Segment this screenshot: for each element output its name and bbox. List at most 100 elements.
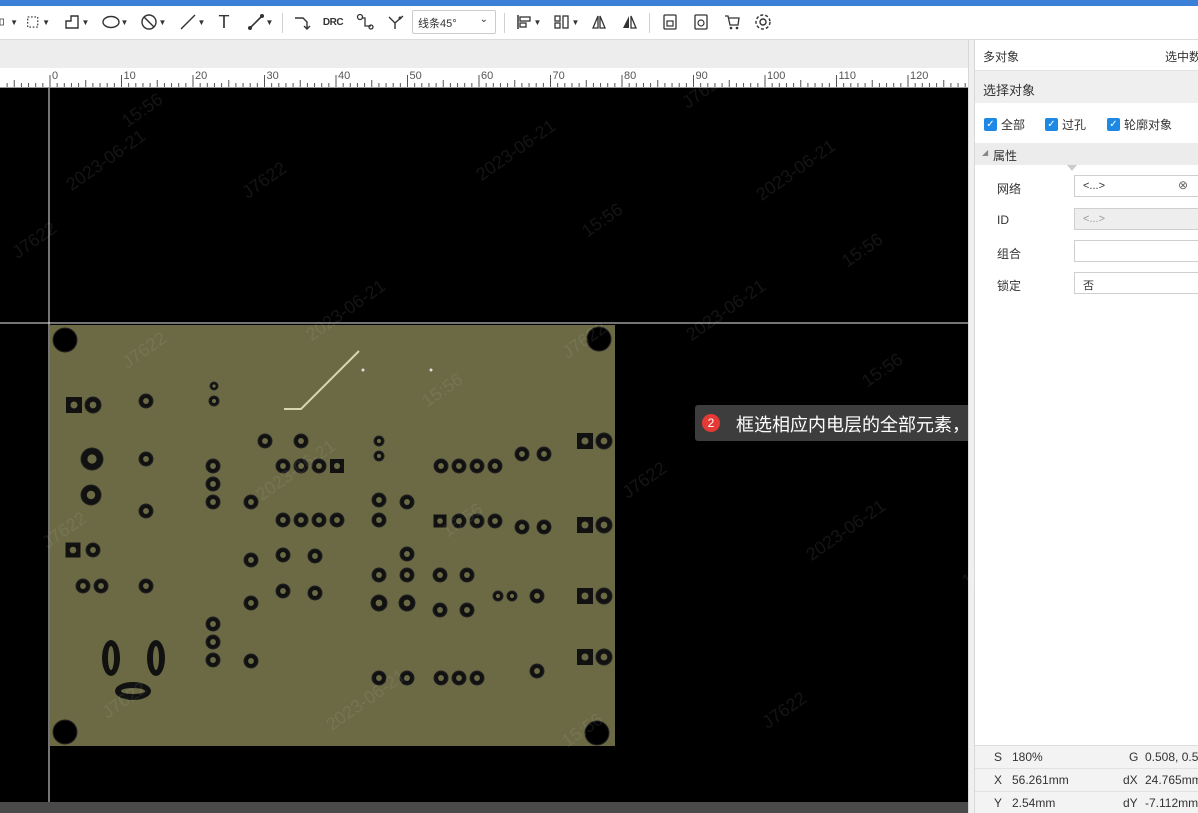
pad[interactable] bbox=[52, 719, 78, 745]
ruler-label: 90 bbox=[696, 70, 708, 82]
flip-horizontal-icon[interactable] bbox=[588, 10, 610, 34]
prop-label-id: ID bbox=[997, 213, 1009, 227]
length-tune-icon[interactable] bbox=[384, 10, 408, 34]
pad-hole bbox=[80, 583, 86, 589]
pad-hole bbox=[376, 572, 382, 578]
pad-hole bbox=[280, 552, 286, 558]
collapse-triangle-icon: ◢ bbox=[982, 148, 989, 157]
pad[interactable] bbox=[52, 327, 78, 353]
line-icon[interactable]: ▼ bbox=[177, 10, 207, 34]
panel-header: 多对象 选中数 bbox=[975, 40, 1198, 71]
bom-icon[interactable] bbox=[721, 10, 743, 34]
pad-hole bbox=[600, 437, 608, 445]
ruler-label: 80 bbox=[624, 70, 636, 82]
marker-dot bbox=[361, 368, 365, 372]
pad-hole bbox=[581, 437, 589, 445]
pad-hole bbox=[404, 572, 410, 578]
pad-hole bbox=[87, 454, 97, 464]
ellipse-icon[interactable]: ▼ bbox=[100, 10, 130, 34]
pad[interactable] bbox=[586, 326, 612, 352]
pad-hole bbox=[438, 463, 444, 469]
toolbar-separator bbox=[649, 13, 650, 33]
pad-hole bbox=[541, 524, 547, 530]
attributes-title: 属性 bbox=[993, 149, 1018, 163]
pad-hole bbox=[333, 462, 341, 470]
checkbox-outline[interactable]: ✓ 轮廓对象 bbox=[1107, 116, 1172, 133]
pad-hole bbox=[474, 518, 480, 524]
panel-splitter[interactable] bbox=[968, 40, 975, 813]
status-row-scale: S 180% G 0.508, 0.5 bbox=[975, 746, 1198, 769]
import-icon[interactable] bbox=[659, 10, 681, 34]
clear-icon[interactable]: ⊗ bbox=[1178, 178, 1188, 192]
pad-hole bbox=[312, 590, 318, 596]
checkbox-via[interactable]: ✓ 过孔 bbox=[1045, 116, 1086, 133]
pad-hole bbox=[143, 398, 149, 404]
pad-hole bbox=[280, 463, 286, 469]
ruler-label: 50 bbox=[410, 70, 422, 82]
pcb-drawing[interactable] bbox=[0, 88, 968, 802]
pad-hole bbox=[143, 583, 149, 589]
canvas-scrollbar[interactable] bbox=[0, 802, 968, 813]
pad-hole bbox=[210, 639, 216, 645]
filter-checkboxes: ✓ 全部 ✓ 过孔 ✓ 轮廓对象 bbox=[975, 114, 1198, 136]
rect-select-icon[interactable]: ▼ bbox=[26, 10, 50, 34]
ruler-label: 40 bbox=[338, 70, 350, 82]
drc-icon[interactable]: DRC bbox=[321, 10, 345, 34]
attributes-section[interactable]: ◢ 属性 bbox=[975, 143, 1198, 165]
status-row-y: Y 2.54mm dY -7.112mm bbox=[975, 792, 1198, 813]
diff-pair-icon[interactable] bbox=[353, 10, 377, 34]
measure-icon[interactable]: ▼ bbox=[245, 10, 275, 34]
pad-hole bbox=[437, 518, 443, 524]
export-icon[interactable] bbox=[690, 10, 712, 34]
select-section-title: 选择对象 bbox=[983, 83, 1036, 98]
prop-row-net: 网络 <...> ⊗ bbox=[975, 174, 1198, 200]
pad-hole bbox=[89, 401, 97, 409]
text-icon[interactable]: T bbox=[214, 10, 234, 34]
select-objects-section: 选择对象 bbox=[975, 71, 1198, 103]
route-icon[interactable] bbox=[290, 10, 314, 34]
pad-hole bbox=[581, 653, 589, 661]
toolbar-separator bbox=[504, 13, 505, 33]
prop-label-lock: 锁定 bbox=[997, 279, 1022, 293]
align-left-icon[interactable]: ▼ bbox=[512, 10, 544, 34]
pad-hole bbox=[210, 657, 216, 663]
toolbar: ▼ ▼ ▼ ▼ ▼ ▼ T ▼ DRC 线条45° ⌄ ▼ ▼ bbox=[0, 6, 1198, 40]
pad-hole bbox=[298, 463, 304, 469]
pad-hole bbox=[600, 592, 608, 600]
flip-vertical-icon[interactable] bbox=[618, 10, 640, 34]
marker-dot bbox=[429, 368, 433, 372]
ruler-label: 100 bbox=[767, 70, 785, 82]
x-value: 56.261mm bbox=[1012, 773, 1069, 787]
pad-hole bbox=[376, 517, 382, 523]
pad[interactable] bbox=[584, 720, 610, 746]
gear-icon[interactable] bbox=[752, 10, 774, 34]
panel-title: 多对象 bbox=[983, 50, 1020, 64]
pad-hole bbox=[492, 518, 498, 524]
pad-hole bbox=[248, 600, 254, 606]
pcb-canvas[interactable] bbox=[0, 88, 968, 802]
pad-hole bbox=[509, 593, 515, 599]
prop-row-group: 组合 bbox=[975, 239, 1198, 265]
pad-hole bbox=[210, 463, 216, 469]
pad-hole bbox=[211, 398, 217, 404]
ruler-label: 20 bbox=[195, 70, 207, 82]
prop-label-net: 网络 bbox=[997, 182, 1022, 196]
ruler-label: 120 bbox=[910, 70, 928, 82]
group-field[interactable] bbox=[1074, 240, 1198, 262]
pad-hole bbox=[541, 451, 547, 457]
line-mode-select[interactable]: 线条45° ⌄ bbox=[412, 10, 496, 34]
pad-hole bbox=[280, 588, 286, 594]
distribute-icon[interactable]: ▼ bbox=[550, 10, 582, 34]
lock-select[interactable]: 否 bbox=[1074, 272, 1198, 294]
pad-hole bbox=[262, 438, 268, 444]
checkbox-checked-icon: ✓ bbox=[984, 118, 997, 131]
pad-hole bbox=[210, 621, 216, 627]
net-select[interactable]: <...> ⊗ bbox=[1074, 175, 1198, 197]
checkbox-all[interactable]: ✓ 全部 bbox=[984, 116, 1025, 133]
pad-hole bbox=[143, 456, 149, 462]
pad-hole bbox=[404, 551, 410, 557]
circle-slash-icon[interactable]: ▼ bbox=[138, 10, 168, 34]
pad-hole bbox=[280, 517, 286, 523]
polygon-icon[interactable]: ▼ bbox=[62, 10, 90, 34]
dropdown-tool-icon[interactable]: ▼ bbox=[0, 10, 18, 34]
